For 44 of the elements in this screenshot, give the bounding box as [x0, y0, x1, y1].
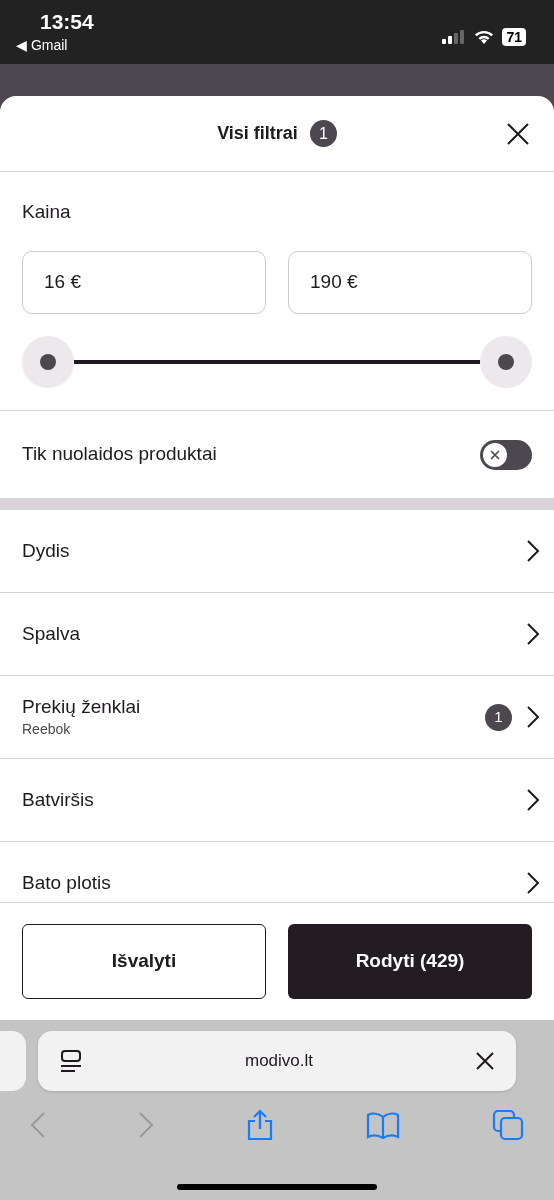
filter-row[interactable]: Spalva: [0, 593, 554, 676]
filter-label: Bato plotis: [22, 871, 111, 895]
slider-thumb[interactable]: [480, 336, 532, 388]
close-icon: [507, 123, 529, 145]
tabs-icon[interactable]: [492, 1109, 524, 1141]
discount-label: Tik nuolaidos produktai: [22, 442, 217, 467]
back-icon[interactable]: [30, 1112, 46, 1138]
close-icon: [476, 1052, 494, 1070]
filter-label: Prekių ženklai: [22, 695, 141, 719]
signal-icon: [442, 30, 467, 44]
bookmarks-icon[interactable]: [366, 1111, 400, 1139]
discount-toggle[interactable]: [480, 439, 532, 470]
wifi-icon: [474, 30, 495, 44]
filter-row[interactable]: Dydis: [0, 510, 554, 593]
chevron-right-icon: [526, 705, 540, 729]
clear-button[interactable]: Išvalyti: [22, 924, 266, 999]
filter-count-badge: 1: [309, 120, 337, 147]
reader-icon: [60, 1049, 82, 1073]
filter-label: Dydis: [22, 539, 70, 563]
share-icon[interactable]: [246, 1109, 274, 1141]
cross-icon: [490, 449, 500, 460]
chevron-right-icon: [526, 788, 540, 812]
url-text: modivo.lt: [245, 1050, 313, 1073]
filter-count-badge: 1: [485, 703, 512, 731]
chevron-right-icon: [526, 539, 540, 563]
filter-value: Reebok: [22, 720, 72, 739]
price-label: Kaina: [22, 200, 72, 224]
chevron-right-icon: [526, 871, 540, 895]
forward-icon[interactable]: [138, 1112, 154, 1138]
sheet-title: Visi filtrai: [217, 122, 298, 145]
status-time: 13:54: [40, 9, 94, 35]
slider-thumb[interactable]: [22, 336, 74, 388]
filter-label: Spalva: [22, 622, 81, 646]
address-bar[interactable]: modivo.lt: [38, 1031, 516, 1091]
max-price-field[interactable]: 190 €: [288, 251, 532, 314]
previous-tab[interactable]: [0, 1031, 26, 1091]
filter-row[interactable]: Prekių ženklai Reebok 1: [0, 676, 554, 759]
battery-indicator: 71: [502, 28, 526, 46]
min-price-field[interactable]: 16 €: [22, 251, 266, 314]
chevron-right-icon: [526, 622, 540, 646]
filter-row[interactable]: Batviršis: [0, 759, 554, 842]
back-to-app-link[interactable]: ◀ Gmail: [16, 36, 94, 54]
show-results-button[interactable]: Rodyti (429): [288, 924, 532, 999]
filter-label: Batviršis: [22, 788, 94, 812]
